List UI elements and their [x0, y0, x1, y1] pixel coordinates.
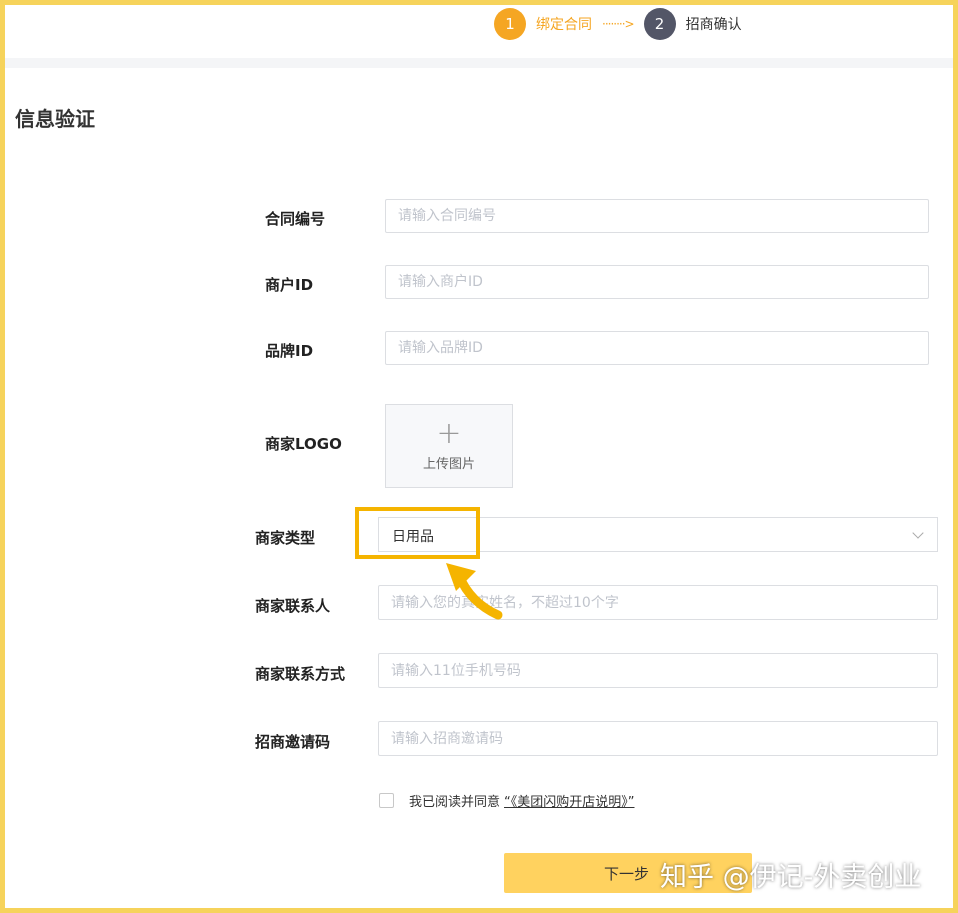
chevron-down-icon: [912, 527, 924, 539]
merchant-id-label: 商户ID: [265, 276, 314, 294]
merchant-id-input[interactable]: [385, 265, 929, 299]
logo-upload-button[interactable]: + 上传图片: [385, 404, 513, 488]
contract-number-label: 合同编号: [265, 210, 326, 228]
section-title: 信息验证: [15, 107, 95, 131]
watermark: 知乎 @伊记-外卖创业: [660, 862, 922, 893]
merchant-logo-label: 商家LOGO: [265, 435, 342, 453]
agreement-link[interactable]: “《美团闪购开店说明》”: [504, 791, 634, 810]
contract-number-input[interactable]: [385, 199, 929, 233]
brand-id-label: 品牌ID: [265, 342, 314, 360]
highlight-box: [355, 507, 480, 559]
agreement-text: 我已阅读并同意: [409, 795, 501, 810]
step-arrow-icon: ········>: [602, 17, 635, 31]
step-2-label: 招商确认: [685, 17, 742, 33]
contact-person-label: 商家联系人: [255, 597, 331, 615]
upload-text: 上传图片: [422, 456, 475, 472]
invite-code-label: 招商邀请码: [255, 733, 331, 751]
progress-steps: 1 绑定合同 ········> 2 招商确认: [494, 8, 742, 40]
agreement-row: 我已阅读并同意 “《美团闪购开店说明》”: [379, 791, 635, 810]
step-1-number: 1: [494, 8, 526, 40]
merchant-type-label: 商家类型: [255, 529, 316, 547]
contact-phone-label: 商家联系方式: [255, 665, 346, 683]
contact-phone-input[interactable]: [378, 653, 938, 688]
plus-icon: +: [436, 415, 462, 451]
step-1-label: 绑定合同: [536, 17, 592, 33]
agreement-checkbox[interactable]: [379, 793, 394, 808]
step-2-number: 2: [643, 8, 676, 40]
brand-id-input[interactable]: [385, 331, 929, 365]
header-divider: [5, 58, 953, 68]
annotation-arrow-icon: [446, 563, 503, 620]
invite-code-input[interactable]: [378, 721, 938, 756]
